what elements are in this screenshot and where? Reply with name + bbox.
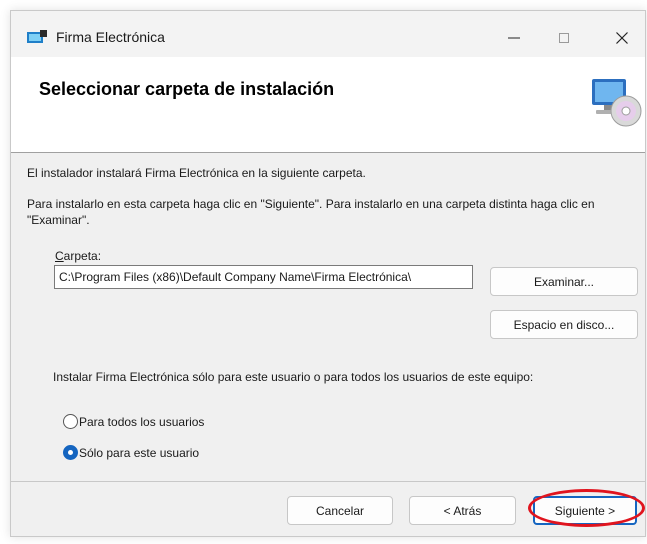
installer-window: Firma Electrónica Seleccionar carpeta de…	[10, 10, 646, 537]
cancel-button[interactable]: Cancelar	[287, 496, 393, 525]
radio-this-user[interactable]	[63, 445, 78, 460]
intro-text: El instalador instalará Firma Electrónic…	[27, 166, 366, 180]
next-button[interactable]: Siguiente >	[533, 496, 637, 525]
radio-this-user-label[interactable]: Sólo para este usuario	[79, 445, 199, 461]
folder-label: Carpeta:	[55, 248, 101, 264]
title-bar[interactable]: Firma Electrónica	[11, 11, 645, 57]
folder-label-text: arpeta:	[63, 249, 102, 263]
close-icon	[616, 32, 628, 44]
page-title: Seleccionar carpeta de instalación	[39, 79, 335, 99]
radio-all-users-label[interactable]: Para todos los usuarios	[79, 414, 204, 430]
disk-space-button[interactable]: Espacio en disco...	[490, 310, 638, 339]
install-scope-question: Instalar Firma Electrónica sólo para est…	[53, 370, 534, 384]
folder-path-input[interactable]	[54, 265, 473, 289]
maximize-icon	[559, 33, 569, 43]
radio-all-users[interactable]	[63, 414, 78, 429]
installer-app-icon	[27, 30, 47, 43]
browse-button[interactable]: Examinar...	[490, 267, 638, 296]
folder-label-access-key: C	[55, 249, 64, 263]
close-button[interactable]	[599, 20, 645, 56]
maximize-button[interactable]	[541, 20, 587, 56]
header-banner: Seleccionar carpeta de instalación	[11, 57, 645, 153]
window-title: Firma Electrónica	[56, 29, 165, 45]
minimize-icon	[508, 37, 520, 39]
computer-disc-icon	[592, 79, 642, 127]
minimize-button[interactable]	[491, 20, 537, 56]
back-button[interactable]: < Atrás	[409, 496, 516, 525]
instructions-text: Para instalarlo en esta carpeta haga cli…	[27, 197, 595, 227]
